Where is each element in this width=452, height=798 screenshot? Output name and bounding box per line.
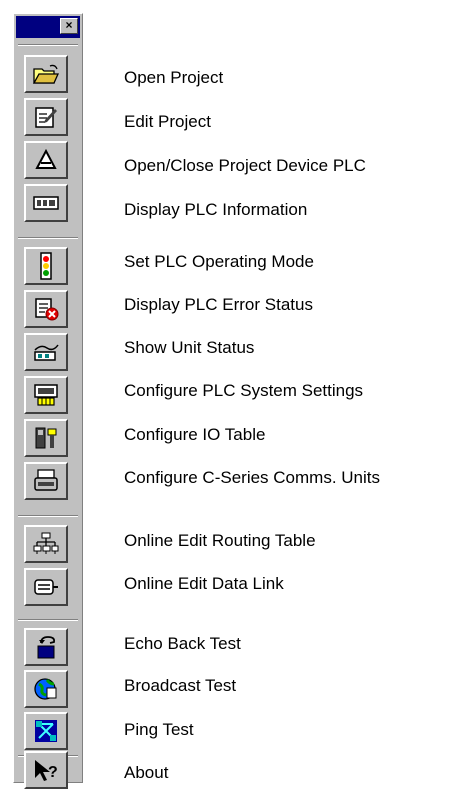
globe-broadcast-icon [33,676,59,702]
show-unit-status-button[interactable] [24,333,68,371]
data-link-icon [32,576,60,598]
io-table-icon [33,425,59,451]
label-edit-project: Edit Project [124,112,211,131]
toolbar-separator [18,619,78,621]
toolbar-separator [18,515,78,517]
data-link-button[interactable] [24,568,68,606]
broadcast-test-button[interactable] [24,670,68,708]
label-display-error-status: Display PLC Error Status [124,295,313,314]
label-configure-io-table: Configure IO Table [124,425,266,444]
configure-comms-units-button[interactable] [24,462,68,500]
close-button[interactable]: × [60,18,78,34]
label-open-project: Open Project [124,68,224,87]
toolbar-separator [18,237,78,239]
label-show-unit-status: Show Unit Status [124,338,255,357]
routing-table-button[interactable] [24,525,68,563]
comms-unit-icon [32,468,60,494]
label-broadcast-test: Broadcast Test [124,676,237,695]
error-status-icon [32,297,60,321]
toolbar-titlebar: × [16,16,80,38]
svg-text:?: ? [48,764,58,781]
about-button[interactable]: ? [24,751,68,789]
help-pointer-icon: ? [32,757,60,783]
label-routing-table: Online Edit Routing Table [124,531,316,550]
label-set-operating-mode: Set PLC Operating Mode [124,252,314,271]
label-configure-system-settings: Configure PLC System Settings [124,381,364,400]
open-close-plc-button[interactable] [24,141,68,179]
edit-document-icon [33,105,59,129]
display-plc-info-button[interactable] [24,184,68,222]
open-project-button[interactable] [24,55,68,93]
ping-test-button[interactable] [24,712,68,750]
close-icon: × [65,18,73,32]
label-about: About [124,763,169,782]
toolbar-separator [18,44,78,46]
system-settings-icon [32,382,60,408]
configure-system-settings-button[interactable] [24,376,68,414]
label-display-plc-info: Display PLC Information [124,200,308,219]
label-open-close-plc: Open/Close Project Device PLC [124,156,366,175]
echo-back-icon [33,634,59,660]
traffic-light-icon [36,252,56,280]
label-echo-back-test: Echo Back Test [124,634,241,653]
label-configure-comms-units: Configure C-Series Comms. Units [124,468,381,487]
plc-info-icon [32,192,60,214]
label-ping-test: Ping Test [124,720,194,739]
plc-connect-icon [33,148,59,172]
ping-network-icon [33,718,59,744]
routing-table-icon [32,531,60,557]
display-error-status-button[interactable] [24,290,68,328]
unit-status-icon [32,340,60,364]
edit-project-button[interactable] [24,98,68,136]
label-data-link: Online Edit Data Link [124,574,284,593]
plc-toolbar: × [13,13,83,783]
folder-open-icon [32,63,60,85]
configure-io-table-button[interactable] [24,419,68,457]
echo-back-test-button[interactable] [24,628,68,666]
set-operating-mode-button[interactable] [24,247,68,285]
